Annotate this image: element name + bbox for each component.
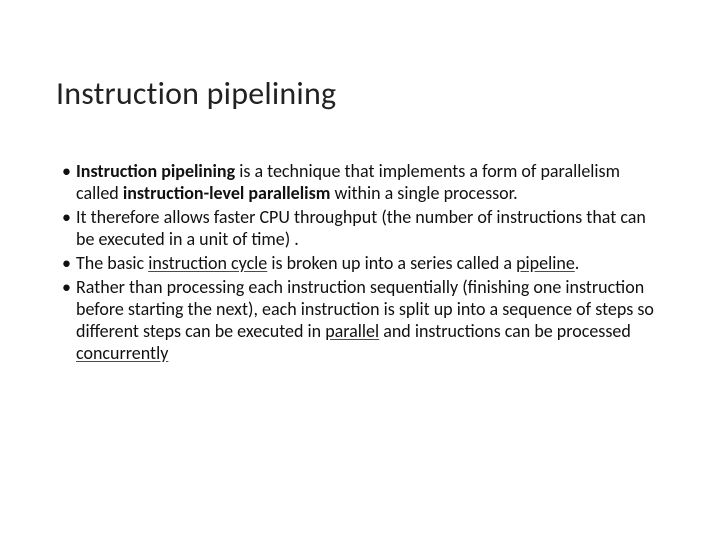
text-run: instruction-level parallelism xyxy=(123,182,331,204)
slide: Instruction pipelining Instruction pipel… xyxy=(0,0,720,540)
bullet-item: The basic instruction cycle is broken up… xyxy=(62,253,658,275)
text-run: instruction cycle xyxy=(148,252,267,274)
text-run: parallel xyxy=(325,320,379,342)
text-run: pipeline xyxy=(516,252,575,274)
text-run: The basic xyxy=(76,252,148,274)
text-run: It therefore allows faster CPU throughpu… xyxy=(76,206,646,250)
bullet-item: Instruction pipelining is a technique th… xyxy=(62,161,658,205)
bullet-list: Instruction pipelining is a technique th… xyxy=(56,161,664,365)
text-run: and instructions can be processed xyxy=(379,320,631,342)
bullet-item: It therefore allows faster CPU throughpu… xyxy=(62,207,658,251)
text-run: is broken up into a series called a xyxy=(267,252,516,274)
text-run: within a single processor. xyxy=(330,182,517,204)
text-run: concurrently xyxy=(76,342,168,364)
bullet-item: Rather than processing each instruction … xyxy=(62,277,658,365)
text-run: . xyxy=(575,252,580,274)
slide-title: Instruction pipelining xyxy=(56,74,664,113)
text-run: Instruction pipelining xyxy=(76,160,235,182)
